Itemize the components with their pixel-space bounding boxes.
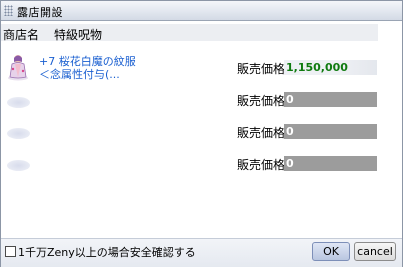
empty-slot-icon <box>7 97 30 108</box>
empty-slot-icon <box>7 160 30 171</box>
price-value: 0 <box>286 157 294 170</box>
price-label: 販売価格 <box>237 62 286 76</box>
price-input[interactable]: 0 <box>284 92 377 107</box>
footer-bar: 1千万Zeny以上の場合安全確認する OK cancel <box>1 238 402 267</box>
item-name-line2: ＜念属性付与(... <box>39 68 120 81</box>
empty-slot-icon <box>7 128 30 139</box>
price-value: 1,150,000 <box>286 61 348 74</box>
price-label: 販売価格 <box>237 94 286 108</box>
robe-item-icon <box>8 55 28 81</box>
price-label: 販売価格 <box>237 158 286 172</box>
grip-icon <box>4 5 13 16</box>
safety-confirm-checkbox[interactable] <box>5 246 16 257</box>
shop-name-row: 商店名 特級呪物 <box>1 24 378 43</box>
ok-button[interactable]: OK <box>312 242 350 261</box>
window-title: 露店開設 <box>17 6 63 19</box>
cancel-button[interactable]: cancel <box>354 242 396 261</box>
price-label: 販売価格 <box>237 126 286 140</box>
title-bar[interactable]: 露店開設 <box>1 1 402 21</box>
price-input[interactable]: 0 <box>284 124 377 139</box>
price-input[interactable]: 0 <box>284 156 377 171</box>
item-name-line1: +7 桜花白魔の紋服 <box>39 55 136 68</box>
shop-name-label: 商店名 <box>3 28 40 42</box>
price-value: 0 <box>286 93 294 106</box>
price-value: 0 <box>286 125 294 138</box>
price-input[interactable]: 1,150,000 <box>284 60 377 75</box>
vending-setup-window: 露店開設 商店名 特級呪物 +7 桜花白魔の紋服 ＜念属性付与(... 販売価格… <box>0 0 403 267</box>
shop-name-field[interactable]: 特級呪物 <box>54 26 102 43</box>
safety-confirm-label[interactable]: 1千万Zeny以上の場合安全確認する <box>18 244 196 260</box>
